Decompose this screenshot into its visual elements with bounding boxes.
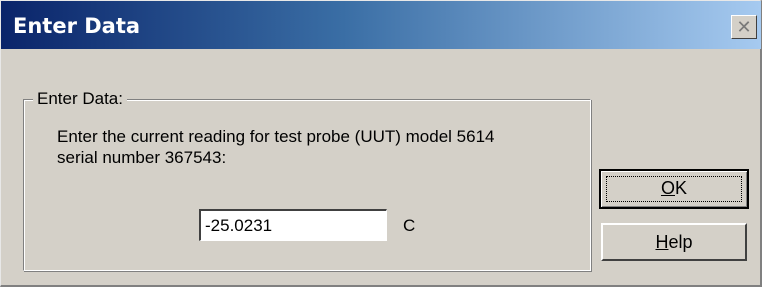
- ok-button-label: OK: [661, 178, 687, 198]
- title-bar[interactable]: Enter Data ✕: [1, 1, 761, 49]
- dialog-title: Enter Data: [13, 14, 141, 38]
- reading-input[interactable]: [199, 209, 387, 241]
- prompt-line-1: Enter the current reading for test probe…: [57, 127, 495, 146]
- groupbox-label: Enter Data:: [33, 89, 127, 109]
- help-mnemonic: H: [655, 232, 669, 252]
- prompt-text: Enter the current reading for test probe…: [57, 126, 577, 168]
- close-button[interactable]: ✕: [731, 15, 757, 39]
- help-label-rest: elp: [668, 232, 693, 252]
- ok-label-rest: K: [675, 178, 688, 198]
- help-button-label: Help: [655, 232, 692, 252]
- ok-mnemonic: O: [660, 178, 675, 198]
- dialog-window: Enter Data ✕ Enter Data: Enter the curre…: [0, 0, 762, 287]
- ok-button[interactable]: OK: [599, 169, 749, 209]
- close-icon: ✕: [736, 17, 752, 37]
- help-button[interactable]: Help: [601, 223, 747, 261]
- unit-label: C: [403, 216, 416, 235]
- enter-data-groupbox: [23, 99, 591, 271]
- prompt-line-2: serial number 367543:: [57, 148, 227, 167]
